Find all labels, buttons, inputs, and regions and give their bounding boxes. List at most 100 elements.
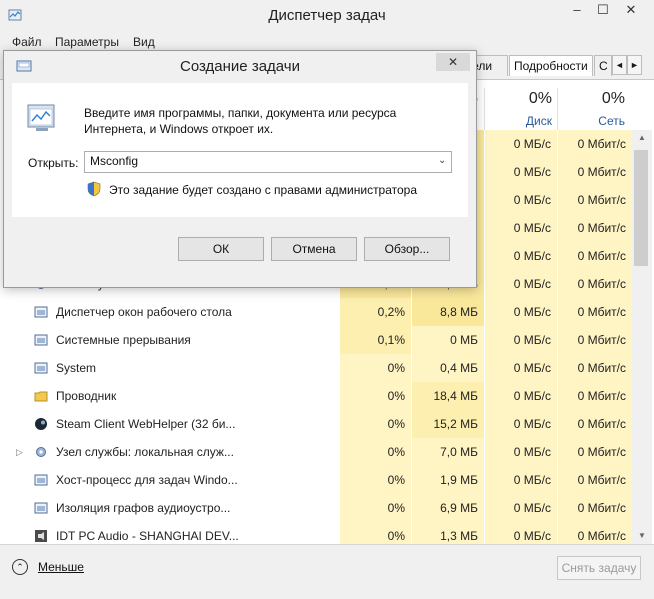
cpu-cell: 0,1% bbox=[340, 326, 411, 354]
disk-cell: 0 МБ/с bbox=[485, 494, 557, 522]
dialog-close-button[interactable]: ✕ bbox=[436, 53, 470, 71]
tab-scroll-right-button[interactable]: ► bbox=[627, 55, 642, 75]
browse-button[interactable]: Обзор... bbox=[364, 237, 450, 261]
tab-services[interactable]: С bbox=[594, 55, 612, 76]
process-name: Системные прерывания bbox=[56, 333, 191, 347]
disk-column-header[interactable]: Диск bbox=[485, 114, 552, 130]
network-cell: 0 Мбит/с bbox=[558, 158, 632, 186]
ok-button[interactable]: ОК bbox=[178, 237, 264, 261]
process-row[interactable]: 0% 18,4 МБ 0 МБ/с 0 Мбит/с Проводник bbox=[0, 382, 632, 410]
network-cell: 0 Мбит/с bbox=[558, 410, 632, 438]
dialog-description: Введите имя программы, папки, документа … bbox=[84, 105, 434, 137]
process-name: Steam Client WebHelper (32 би... bbox=[56, 417, 236, 431]
window-icon bbox=[34, 473, 48, 487]
process-name: Проводник bbox=[56, 389, 117, 403]
process-name: Хост-процесс для задач Windo... bbox=[56, 473, 238, 487]
memory-cell: 1,9 МБ bbox=[412, 466, 484, 494]
task-manager-icon bbox=[8, 9, 22, 21]
network-cell: 0 Мбит/с bbox=[558, 242, 632, 270]
window-icon bbox=[34, 361, 48, 375]
audio-icon bbox=[34, 529, 48, 543]
chevron-up-icon[interactable]: ⌃ bbox=[12, 559, 28, 575]
memory-cell: 7,0 МБ bbox=[412, 438, 484, 466]
fewer-details-link[interactable]: Меньше bbox=[38, 560, 84, 574]
close-button[interactable]: ✕ bbox=[618, 0, 644, 20]
network-cell: 0 Мбит/с bbox=[558, 326, 632, 354]
cpu-cell: 0% bbox=[340, 410, 411, 438]
cpu-cell: 0% bbox=[340, 354, 411, 382]
process-row[interactable]: 0,2% 8,8 МБ 0 МБ/с 0 Мбит/с Диспетчер окон р… bbox=[0, 298, 632, 326]
disk-cell: 0 МБ/с bbox=[485, 158, 557, 186]
tab-details[interactable]: Подробности bbox=[509, 55, 593, 76]
scrollbar-thumb[interactable] bbox=[634, 150, 648, 266]
memory-cell: 6,9 МБ bbox=[412, 494, 484, 522]
process-name: Изоляция графов аудиоустро... bbox=[56, 501, 231, 515]
scroll-up-arrow-icon[interactable]: ▲ bbox=[632, 130, 652, 146]
disk-cell: 0 МБ/с bbox=[485, 186, 557, 214]
network-cell: 0 Мбит/с bbox=[558, 438, 632, 466]
disk-cell: 0 МБ/с bbox=[485, 242, 557, 270]
steam-icon bbox=[34, 417, 48, 431]
open-label: Открыть: bbox=[28, 156, 79, 170]
process-row[interactable]: 0% 1,9 МБ 0 МБ/с 0 Мбит/с Хост-процесс для з… bbox=[0, 466, 632, 494]
disk-cell: 0 МБ/с bbox=[485, 522, 557, 544]
disk-cell: 0 МБ/с bbox=[485, 270, 557, 298]
cpu-cell: 0% bbox=[340, 522, 411, 544]
cancel-button[interactable]: Отмена bbox=[271, 237, 357, 261]
end-task-button[interactable]: Снять задачу bbox=[557, 556, 641, 580]
chevron-down-icon[interactable]: ⌄ bbox=[438, 155, 446, 166]
window-icon bbox=[34, 333, 48, 347]
folder-icon bbox=[34, 389, 48, 403]
menu-file[interactable]: Файл bbox=[12, 32, 42, 52]
expand-arrow-icon[interactable]: ▷ bbox=[16, 447, 23, 458]
disk-cell: 0 МБ/с bbox=[485, 466, 557, 494]
process-row[interactable]: 0% 15,2 МБ 0 МБ/с 0 Мбит/с Steam Client WebH… bbox=[0, 410, 632, 438]
header-divider bbox=[557, 88, 558, 130]
window-title: Диспетчер задач bbox=[268, 7, 386, 24]
memory-cell: 1,3 МБ bbox=[412, 522, 484, 544]
memory-cell: 8,8 МБ bbox=[412, 298, 484, 326]
disk-cell: 0 МБ/с bbox=[485, 438, 557, 466]
tab-scroll-left-button[interactable]: ◄ bbox=[612, 55, 627, 75]
create-task-dialog: Создание задачи ✕ Введите имя программы,… bbox=[3, 50, 477, 288]
run-program-icon bbox=[27, 104, 55, 131]
network-cell: 0 Мбит/с bbox=[558, 270, 632, 298]
disk-cell: 0 МБ/с bbox=[485, 326, 557, 354]
process-row[interactable]: 0% 6,9 МБ 0 МБ/с 0 Мбит/с Изоляция графов ау… bbox=[0, 494, 632, 522]
header-divider bbox=[484, 88, 485, 130]
cpu-cell: 0,2% bbox=[340, 298, 411, 326]
window-icon bbox=[34, 501, 48, 515]
network-cell: 0 Мбит/с bbox=[558, 214, 632, 242]
process-name: Узел службы: локальная служ... bbox=[56, 445, 234, 459]
disk-cell: 0 МБ/с bbox=[485, 410, 557, 438]
process-name: Диспетчер окон рабочего стола bbox=[56, 305, 232, 319]
scroll-down-arrow-icon[interactable]: ▼ bbox=[632, 528, 652, 544]
cpu-cell: 0% bbox=[340, 438, 411, 466]
maximize-button[interactable]: ☐ bbox=[592, 0, 614, 20]
dialog-title: Создание задачи bbox=[180, 58, 300, 75]
open-combobox[interactable] bbox=[84, 151, 452, 173]
admin-rights-note: Это задание будет создано с правами адми… bbox=[109, 183, 418, 197]
process-row[interactable]: 0% 0,4 МБ 0 МБ/с 0 Мбит/с System bbox=[0, 354, 632, 382]
network-cell: 0 Мбит/с bbox=[558, 522, 632, 544]
gear-icon bbox=[34, 445, 48, 459]
cpu-cell: 0% bbox=[340, 382, 411, 410]
disk-cell: 0 МБ/с bbox=[485, 298, 557, 326]
network-cell: 0 Мбит/с bbox=[558, 466, 632, 494]
menu-options[interactable]: Параметры bbox=[55, 32, 119, 52]
menu-view[interactable]: Вид bbox=[133, 32, 155, 52]
disk-cell: 0 МБ/с bbox=[485, 382, 557, 410]
process-row[interactable]: 0% 7,0 МБ 0 МБ/с 0 Мбит/с ▷ Узел службы: лока… bbox=[0, 438, 632, 466]
process-row[interactable]: 0% 1,3 МБ 0 МБ/с 0 Мбит/с IDT PC Audio - SHA… bbox=[0, 522, 632, 544]
open-input-value[interactable]: Msconfig bbox=[90, 154, 138, 168]
disk-cell: 0 МБ/с bbox=[485, 214, 557, 242]
dialog-description-line: Интернета, и Windows откроет их. bbox=[84, 122, 274, 136]
process-row[interactable]: 0,1% 0 МБ 0 МБ/с 0 Мбит/с Системные прерыван… bbox=[0, 326, 632, 354]
disk-percent[interactable]: 0% bbox=[485, 90, 552, 112]
network-column-header[interactable]: Сеть bbox=[558, 114, 625, 130]
footer-bar bbox=[0, 544, 654, 599]
uac-shield-icon bbox=[87, 181, 101, 197]
cpu-cell: 0% bbox=[340, 466, 411, 494]
network-percent[interactable]: 0% bbox=[558, 90, 625, 112]
minimize-button[interactable]: – bbox=[566, 0, 588, 20]
